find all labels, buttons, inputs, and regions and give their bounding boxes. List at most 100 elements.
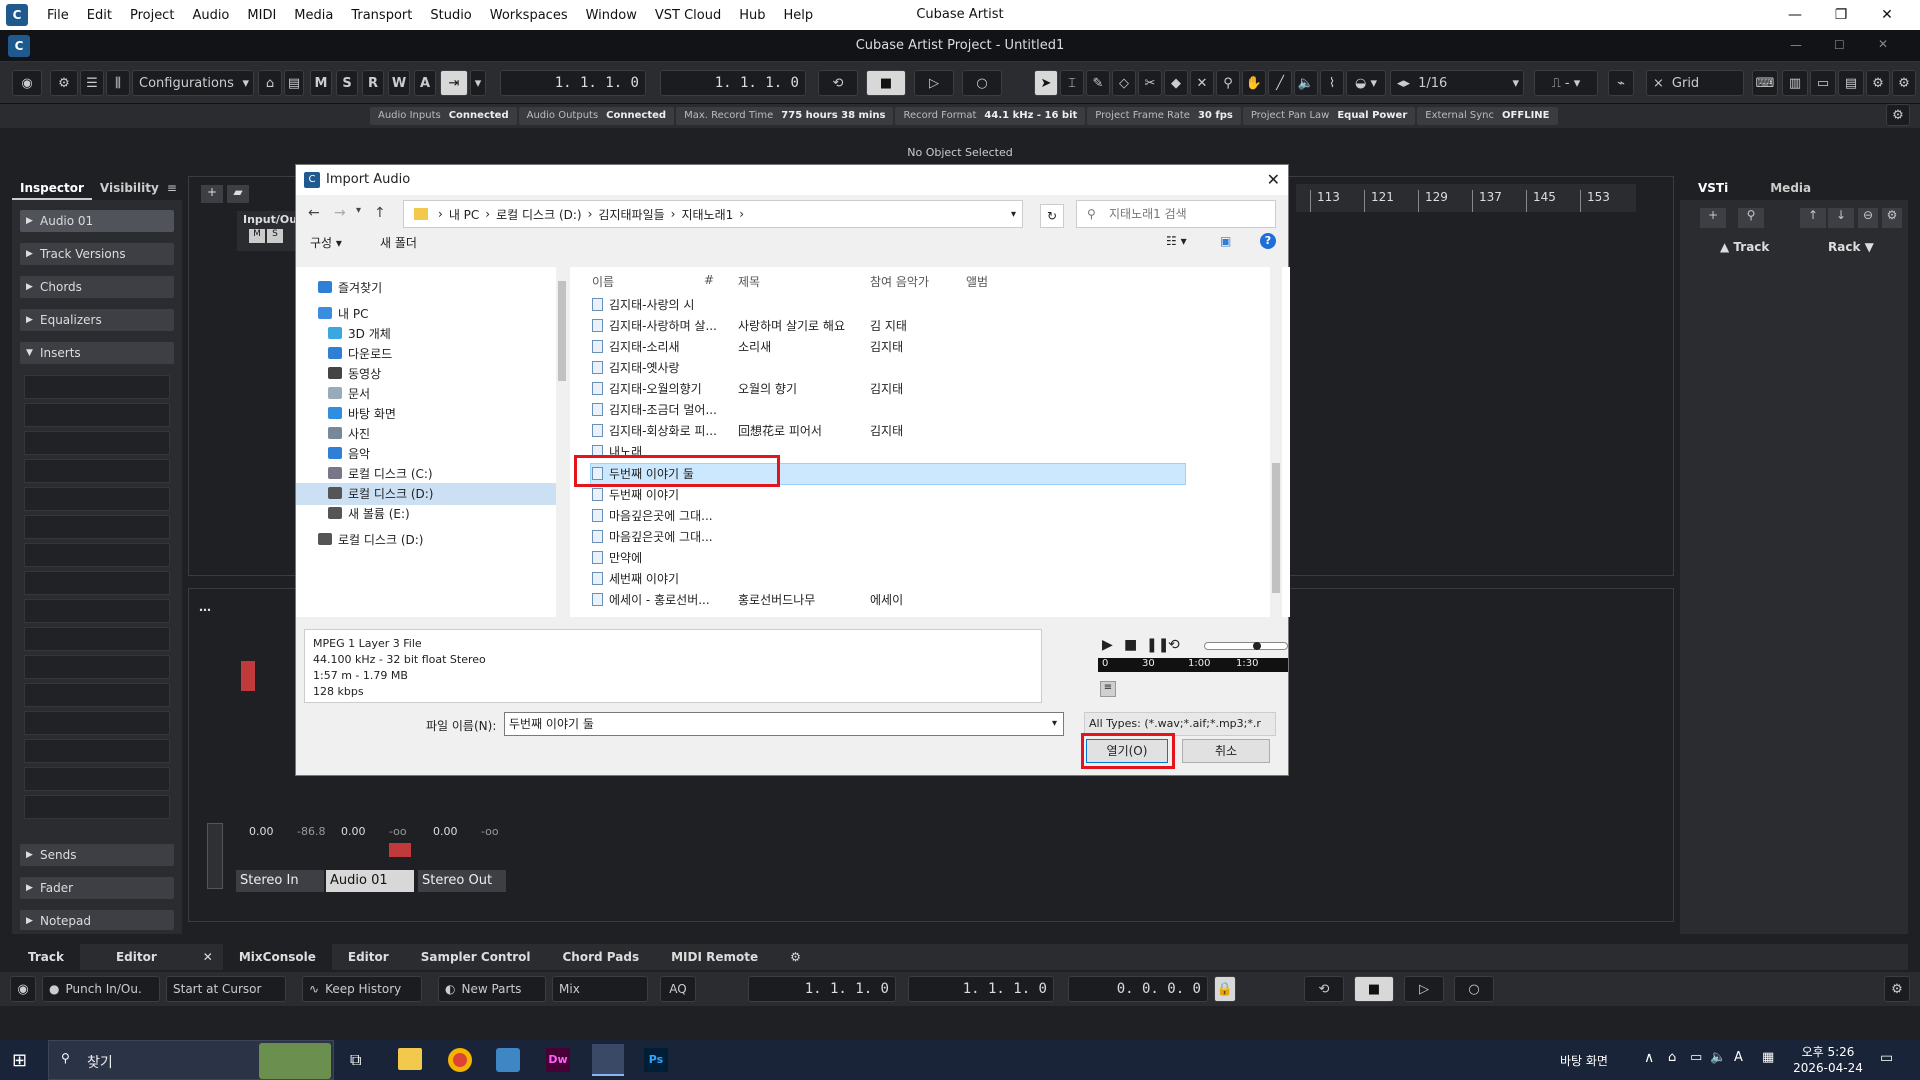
- lock-icon[interactable]: 🔒: [1214, 976, 1236, 1002]
- read-button[interactable]: R: [362, 70, 384, 96]
- mixer-tools[interactable]: [207, 823, 223, 889]
- app-icon[interactable]: [496, 1048, 520, 1072]
- status-external-sync[interactable]: External Sync OFFLINE: [1417, 107, 1558, 125]
- write-button[interactable]: W: [388, 70, 410, 96]
- list-item[interactable]: 에세이 - 홍로선버... 홍로선버드나무 에세이: [592, 590, 903, 610]
- dreamweaver-icon[interactable]: Dw: [546, 1048, 570, 1072]
- breadcrumb-item[interactable]: 지태노래1: [681, 206, 733, 223]
- col-header-number[interactable]: #: [704, 273, 714, 287]
- menu-midi[interactable]: MIDI: [238, 8, 285, 23]
- transport-activate-icon[interactable]: ◉: [10, 976, 36, 1002]
- mixer-icon[interactable]: ⫼: [106, 70, 130, 96]
- insert-slot-8[interactable]: [24, 571, 170, 595]
- filename-input[interactable]: 두번째 이야기 둘 ▾: [504, 712, 1064, 736]
- right-zone-icon[interactable]: ▤: [1838, 70, 1864, 96]
- ime-icon[interactable]: A: [1734, 1050, 1743, 1065]
- history-dropdown[interactable]: ∿ Keep History: [302, 976, 422, 1002]
- erase-tool-icon[interactable]: ◇: [1112, 70, 1136, 96]
- stop-icon[interactable]: ■: [866, 70, 906, 96]
- notification-icon[interactable]: ▭: [1880, 1050, 1893, 1066]
- list-item[interactable]: 세번째 이야기: [592, 569, 679, 589]
- list-item[interactable]: 김지태-조금더 멀어...: [592, 400, 717, 420]
- section-sends[interactable]: Sends: [20, 844, 174, 866]
- project-close-icon[interactable]: ✕: [1878, 37, 1888, 51]
- menu-hub[interactable]: Hub: [730, 8, 774, 23]
- refresh-icon[interactable]: ↻: [1040, 204, 1064, 228]
- menu-workspaces[interactable]: Workspaces: [481, 8, 577, 23]
- search-icon[interactable]: ⚲: [1738, 208, 1764, 228]
- tab-inspector[interactable]: Inspector: [12, 176, 92, 200]
- insert-slot-12[interactable]: [24, 683, 170, 707]
- tab-editor-left[interactable]: Editor: [80, 944, 193, 970]
- display-icon[interactable]: ▭: [1690, 1050, 1702, 1065]
- list-item[interactable]: 마음깊은곳에 그대...: [592, 527, 713, 547]
- close-icon[interactable]: ✕: [1864, 0, 1910, 30]
- status-max-record-time[interactable]: Max. Record Time 775 hours 38 mins: [676, 107, 894, 125]
- record-enable-button[interactable]: [389, 843, 411, 857]
- left-locator-transport[interactable]: 1. 1. 1. 0: [748, 976, 896, 1002]
- right-locator-transport[interactable]: 1. 1. 1. 0: [908, 976, 1054, 1002]
- autoscroll-icon[interactable]: ⇥: [440, 70, 468, 96]
- photoshop-icon[interactable]: Ps: [644, 1048, 668, 1072]
- play-icon[interactable]: ▷: [914, 70, 954, 96]
- cancel-button[interactable]: 취소: [1182, 739, 1270, 763]
- insert-slot-7[interactable]: [24, 543, 170, 567]
- network-icon[interactable]: ⌂: [1668, 1050, 1676, 1065]
- right-locator-field[interactable]: 1. 1. 1. 0: [660, 70, 806, 96]
- insert-slot-14[interactable]: [24, 739, 170, 763]
- record-icon[interactable]: ○: [962, 70, 1002, 96]
- insert-slot-16[interactable]: [24, 795, 170, 819]
- task-view-icon[interactable]: ⧉: [350, 1050, 361, 1070]
- nav-item-drive-d[interactable]: 로컬 디스크 (D:): [296, 483, 556, 505]
- nav-item-quick-access[interactable]: 즐겨찾기: [318, 277, 382, 299]
- list-item[interactable]: 김지태-소리새 소리새 김지태: [592, 337, 903, 357]
- tab-vsti[interactable]: VSTi: [1680, 176, 1746, 200]
- insert-slot-13[interactable]: [24, 711, 170, 735]
- transport-record-icon[interactable]: ○: [1454, 976, 1494, 1002]
- nav-scrollbar[interactable]: [556, 267, 568, 617]
- camera-icon[interactable]: ⌂: [258, 70, 282, 96]
- list-item[interactable]: 김지태-사랑의 시: [592, 295, 694, 315]
- insert-slot-2[interactable]: [24, 403, 170, 427]
- punch-position[interactable]: 0. 0. 0. 0: [1068, 976, 1208, 1002]
- status-audio-outputs[interactable]: Audio Outputs Connected: [518, 107, 675, 125]
- help-icon[interactable]: ?: [1260, 233, 1276, 249]
- breadcrumb-item[interactable]: 내 PC: [449, 206, 479, 223]
- section-inserts[interactable]: Inserts: [20, 342, 174, 364]
- insert-slot-4[interactable]: [24, 459, 170, 483]
- left-locator-field[interactable]: 1. 1. 1. 0: [500, 70, 646, 96]
- setup-icon[interactable]: ⚙: [1866, 70, 1890, 96]
- object-selection-tool-icon[interactable]: ➤: [1034, 70, 1058, 96]
- list-item[interactable]: 만약에: [592, 548, 642, 568]
- status-settings-gear-icon[interactable]: ⚙: [1886, 104, 1910, 126]
- tray-date[interactable]: 2026-04-24: [1792, 1061, 1864, 1075]
- tab-visibility[interactable]: Visibility: [92, 176, 167, 200]
- cubase-taskbar-icon[interactable]: [592, 1044, 624, 1076]
- nav-item-desktop[interactable]: 바탕 화면: [328, 403, 396, 425]
- new-parts-dropdown[interactable]: ◐ New Parts: [438, 976, 546, 1002]
- folder-search-input[interactable]: ⚲ 지태노래1 검색: [1076, 200, 1276, 228]
- configurations-dropdown[interactable]: Configurations ▾: [132, 70, 254, 96]
- tray-time[interactable]: 오후 5:26: [1800, 1043, 1856, 1060]
- tab-media[interactable]: Media: [1746, 176, 1835, 200]
- line-tool-icon[interactable]: ╱: [1268, 70, 1292, 96]
- list-item[interactable]: 김지태-오월의향기 오월의 향기 김지태: [592, 379, 903, 399]
- insert-slot-6[interactable]: [24, 515, 170, 539]
- menu-window[interactable]: Window: [577, 8, 646, 23]
- play-tool-icon[interactable]: 🔈: [1294, 70, 1318, 96]
- constrain-icon[interactable]: ⚙: [50, 70, 78, 96]
- preview-play-icon[interactable]: ▶: [1102, 637, 1113, 653]
- tabs-settings-gear-icon[interactable]: ⚙: [774, 944, 817, 970]
- pencil-tool-icon[interactable]: ✎: [1086, 70, 1110, 96]
- volume-icon[interactable]: 🔈: [1710, 1050, 1726, 1065]
- recent-chevron-icon[interactable]: ▾: [356, 205, 361, 216]
- nav-item-music[interactable]: 음악: [328, 443, 370, 465]
- dialog-close-icon[interactable]: ✕: [1267, 165, 1280, 195]
- insert-slot-5[interactable]: [24, 487, 170, 511]
- preview-pause-icon[interactable]: ❚❚: [1146, 637, 1169, 653]
- range-tool-icon[interactable]: ⌶: [1060, 70, 1084, 96]
- col-header-title[interactable]: 제목: [738, 273, 760, 290]
- left-zone-icon[interactable]: ▥: [1782, 70, 1808, 96]
- filename-dropdown-icon[interactable]: ▾: [1052, 713, 1057, 735]
- insert-slot-11[interactable]: [24, 655, 170, 679]
